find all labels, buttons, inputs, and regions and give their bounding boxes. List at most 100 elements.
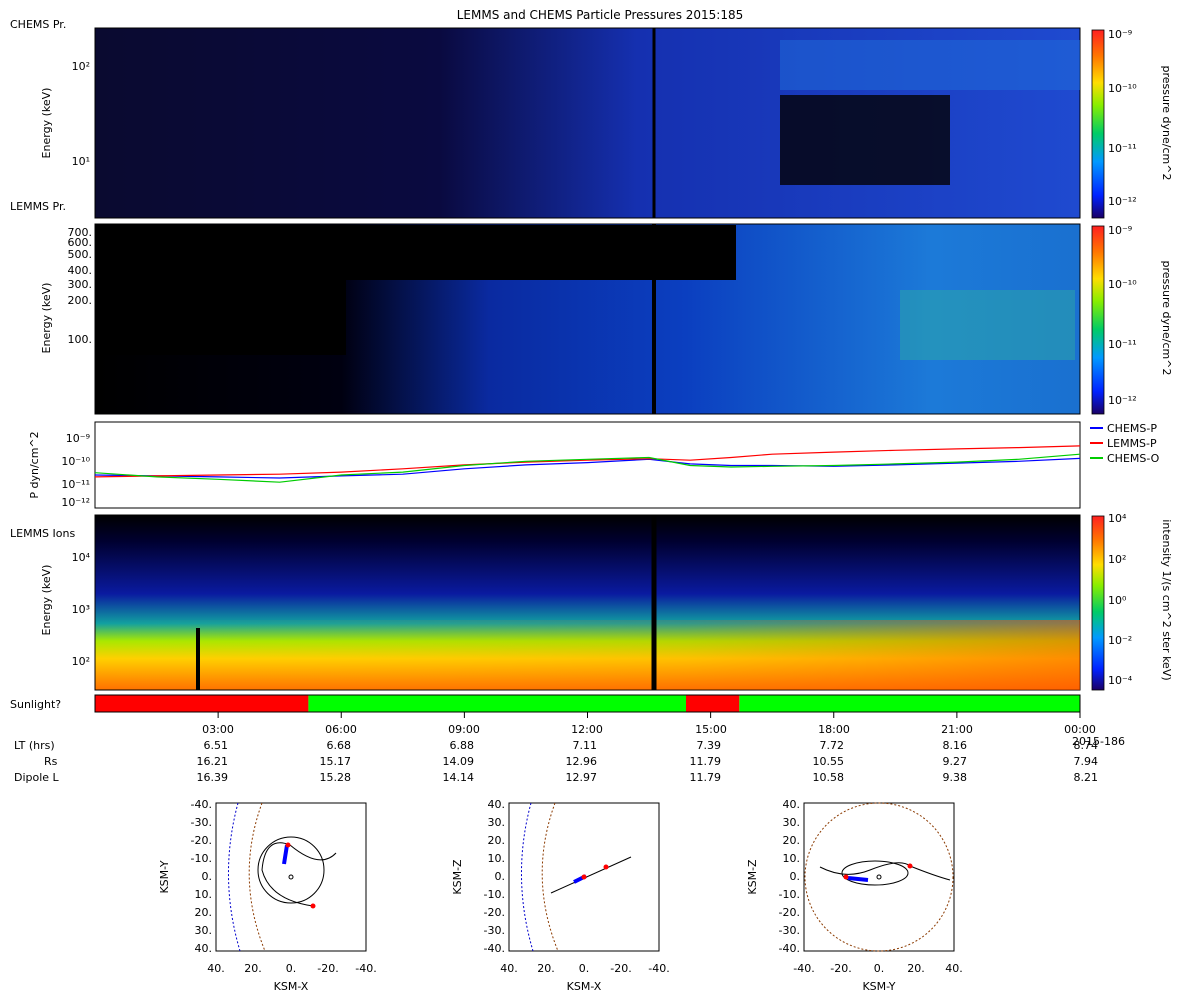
orbit-ytick: -10. <box>779 888 800 901</box>
cbar-tick: 10⁻¹¹ <box>1108 338 1137 351</box>
lemms-ions-ytick: 10⁴ <box>72 551 91 564</box>
legend-label: CHEMS-P <box>1107 422 1157 435</box>
sunlight-label: Sunlight? <box>10 698 61 711</box>
time-tick-label: 12:00 <box>571 723 603 736</box>
ephemeris-value: 15.17 <box>320 755 352 768</box>
orbit-marker <box>907 863 913 869</box>
particle-pressure-figure: LEMMS and CHEMS Particle Pressures 2015:… <box>10 8 1173 993</box>
orbit-ytick: 0. <box>790 870 801 883</box>
ephemeris-value: 12.96 <box>566 755 598 768</box>
ephemeris-value: 11.79 <box>690 771 722 784</box>
pressure-ytick: 10⁻⁹ <box>66 432 90 445</box>
cbar-tick: 10⁻¹⁰ <box>1108 82 1137 95</box>
legend-label: CHEMS-O <box>1107 452 1160 465</box>
lemms-pr-empty-mid <box>346 225 736 280</box>
ephemeris-value: 16.21 <box>197 755 229 768</box>
pressure-ytick-labels: 10⁻⁹ 10⁻¹⁰ 10⁻¹¹ 10⁻¹² <box>61 432 90 509</box>
orbit-xlabel: KSM-Y <box>862 980 895 993</box>
ephemeris-row-label: Rs <box>44 755 58 768</box>
time-tick-labels: 03:00 06:00 09:00 12:00 15:00 18:00 21:0… <box>202 723 1096 736</box>
orbit-xticks: 40. 20. 0. -20. -40. <box>207 962 376 975</box>
ephemeris-value: 6.68 <box>327 739 352 752</box>
ephemeris-value: 14.09 <box>443 755 475 768</box>
chems-colorbar <box>1091 29 1105 219</box>
ephemeris-value: 15.28 <box>320 771 352 784</box>
cbar-tick: 10⁻¹² <box>1108 195 1137 208</box>
sunlight-panel: Sunlight? <box>10 694 1081 713</box>
lemms-pr-empty-early <box>96 225 346 355</box>
orbit-plot-x-y: -40. -30. -20. -10. 0. 10. 20. 30. 40. 4… <box>158 798 377 993</box>
orbit-ytick: -20. <box>484 906 505 919</box>
cbar-tick: 10⁻⁹ <box>1108 224 1132 237</box>
chems-panel: CHEMS Pr. Energy (keV) 10² 10¹ 10⁻⁹ 10⁻¹… <box>10 18 1173 219</box>
ephemeris-row-dipole-l: Dipole L 16.39 15.28 14.14 12.97 11.79 1… <box>14 771 1098 784</box>
orbit-ylabel: KSM-Z <box>746 859 759 895</box>
orbit-xtick: -20. <box>610 962 631 975</box>
cbar-tick: 10² <box>1108 553 1126 566</box>
orbit-ytick: -30. <box>779 924 800 937</box>
orbit-ytick: 40. <box>488 798 506 811</box>
lemms-pr-colorbar-label: pressure dyne/cm^2 <box>1160 261 1173 376</box>
ephemeris-value: 6.88 <box>450 739 475 752</box>
lemms-pr-colorbar-ticks: 10⁻⁹ 10⁻¹⁰ 10⁻¹¹ 10⁻¹² <box>1108 224 1137 407</box>
orbit-xtick: 40. <box>207 962 225 975</box>
pressure-line-panel: P dyn/cm^2 10⁻⁹ 10⁻¹⁰ 10⁻¹¹ 10⁻¹² CHEMS-… <box>28 421 1160 509</box>
lemms-ions-ytick: 10² <box>72 655 90 668</box>
orbit-ytick: 10. <box>488 852 506 865</box>
lemms-ions-tag: LEMMS Ions <box>10 527 75 540</box>
orbit-xtick: -20. <box>317 962 338 975</box>
lemms-ions-ytick: 10³ <box>72 603 90 616</box>
time-tick-label: 09:00 <box>448 723 480 736</box>
ephemeris-value: 7.11 <box>573 739 598 752</box>
orbit-xtick: 0. <box>874 962 885 975</box>
orbit-marker <box>310 903 316 909</box>
ephemeris-value: 12.97 <box>566 771 598 784</box>
time-tick-label: 03:00 <box>202 723 234 736</box>
chems-ytick: 10² <box>72 60 90 73</box>
pressure-legend: CHEMS-P LEMMS-P CHEMS-O <box>1090 422 1160 465</box>
pressure-ytick: 10⁻¹¹ <box>61 478 90 491</box>
time-tick-label: 06:00 <box>325 723 357 736</box>
orbit-xtick: 20. <box>537 962 555 975</box>
lemms-ions-ytick-labels: 10⁴ 10³ 10² <box>72 551 91 668</box>
orbit-xtick: 20. <box>244 962 262 975</box>
time-axis: 03:00 06:00 09:00 12:00 15:00 18:00 21:0… <box>14 712 1125 784</box>
orbit-marker <box>581 874 587 880</box>
orbit-marker <box>603 864 609 870</box>
chems-arc-band <box>780 40 1080 90</box>
ephemeris-value: 14.14 <box>443 771 475 784</box>
time-tick-label: 18:00 <box>818 723 850 736</box>
orbit-trajectory-segment <box>847 876 869 882</box>
ephemeris-value: 10.55 <box>813 755 845 768</box>
orbit-xtick: -20. <box>830 962 851 975</box>
ephemeris-value: 8.74 <box>1074 739 1099 752</box>
chems-ytick: 10¹ <box>72 155 90 168</box>
ephemeris-value: 7.39 <box>697 739 722 752</box>
ephemeris-row-rs: Rs 16.21 15.17 14.09 12.96 11.79 10.55 9… <box>44 755 1098 768</box>
ephemeris-value: 6.51 <box>204 739 229 752</box>
orbit-xlabel: KSM-X <box>274 980 309 993</box>
cbar-tick: 10⁻¹⁰ <box>1108 278 1137 291</box>
cbar-tick: 10⁻⁹ <box>1108 28 1132 41</box>
orbit-xtick: -40. <box>355 962 376 975</box>
orbit-ytick: 0. <box>202 870 213 883</box>
orbit-ytick: 40. <box>195 942 213 955</box>
lemms-pr-green-band <box>900 290 1075 360</box>
orbit-xtick: 20. <box>907 962 925 975</box>
ephemeris-value: 8.21 <box>1074 771 1099 784</box>
ephemeris-value: 9.38 <box>943 771 968 784</box>
chems-colorbar-ticks: 10⁻⁹ 10⁻¹⁰ 10⁻¹¹ 10⁻¹² <box>1108 28 1137 208</box>
ephemeris-value: 11.79 <box>690 755 722 768</box>
lemms-pressure-panel: LEMMS Pr. Energy (keV) 700. 600. 500. 40… <box>10 200 1173 415</box>
time-tick-label: 21:00 <box>941 723 973 736</box>
orbit-xticks: 40. 20. 0. -20. -40. <box>500 962 669 975</box>
orbit-ytick: -40. <box>779 942 800 955</box>
orbit-ytick: 30. <box>195 924 213 937</box>
orbit-xtick: 0. <box>579 962 590 975</box>
lemms-pr-colorbar <box>1091 225 1105 415</box>
orbit-ytick: -10. <box>191 852 212 865</box>
orbit-ytick: 20. <box>195 906 213 919</box>
ephemeris-value: 7.94 <box>1074 755 1099 768</box>
cbar-tick: 10⁻¹¹ <box>1108 142 1137 155</box>
lemms-pr-ytick-labels: 700. 600. 500. 400. 300. 200. 100. <box>68 226 93 346</box>
